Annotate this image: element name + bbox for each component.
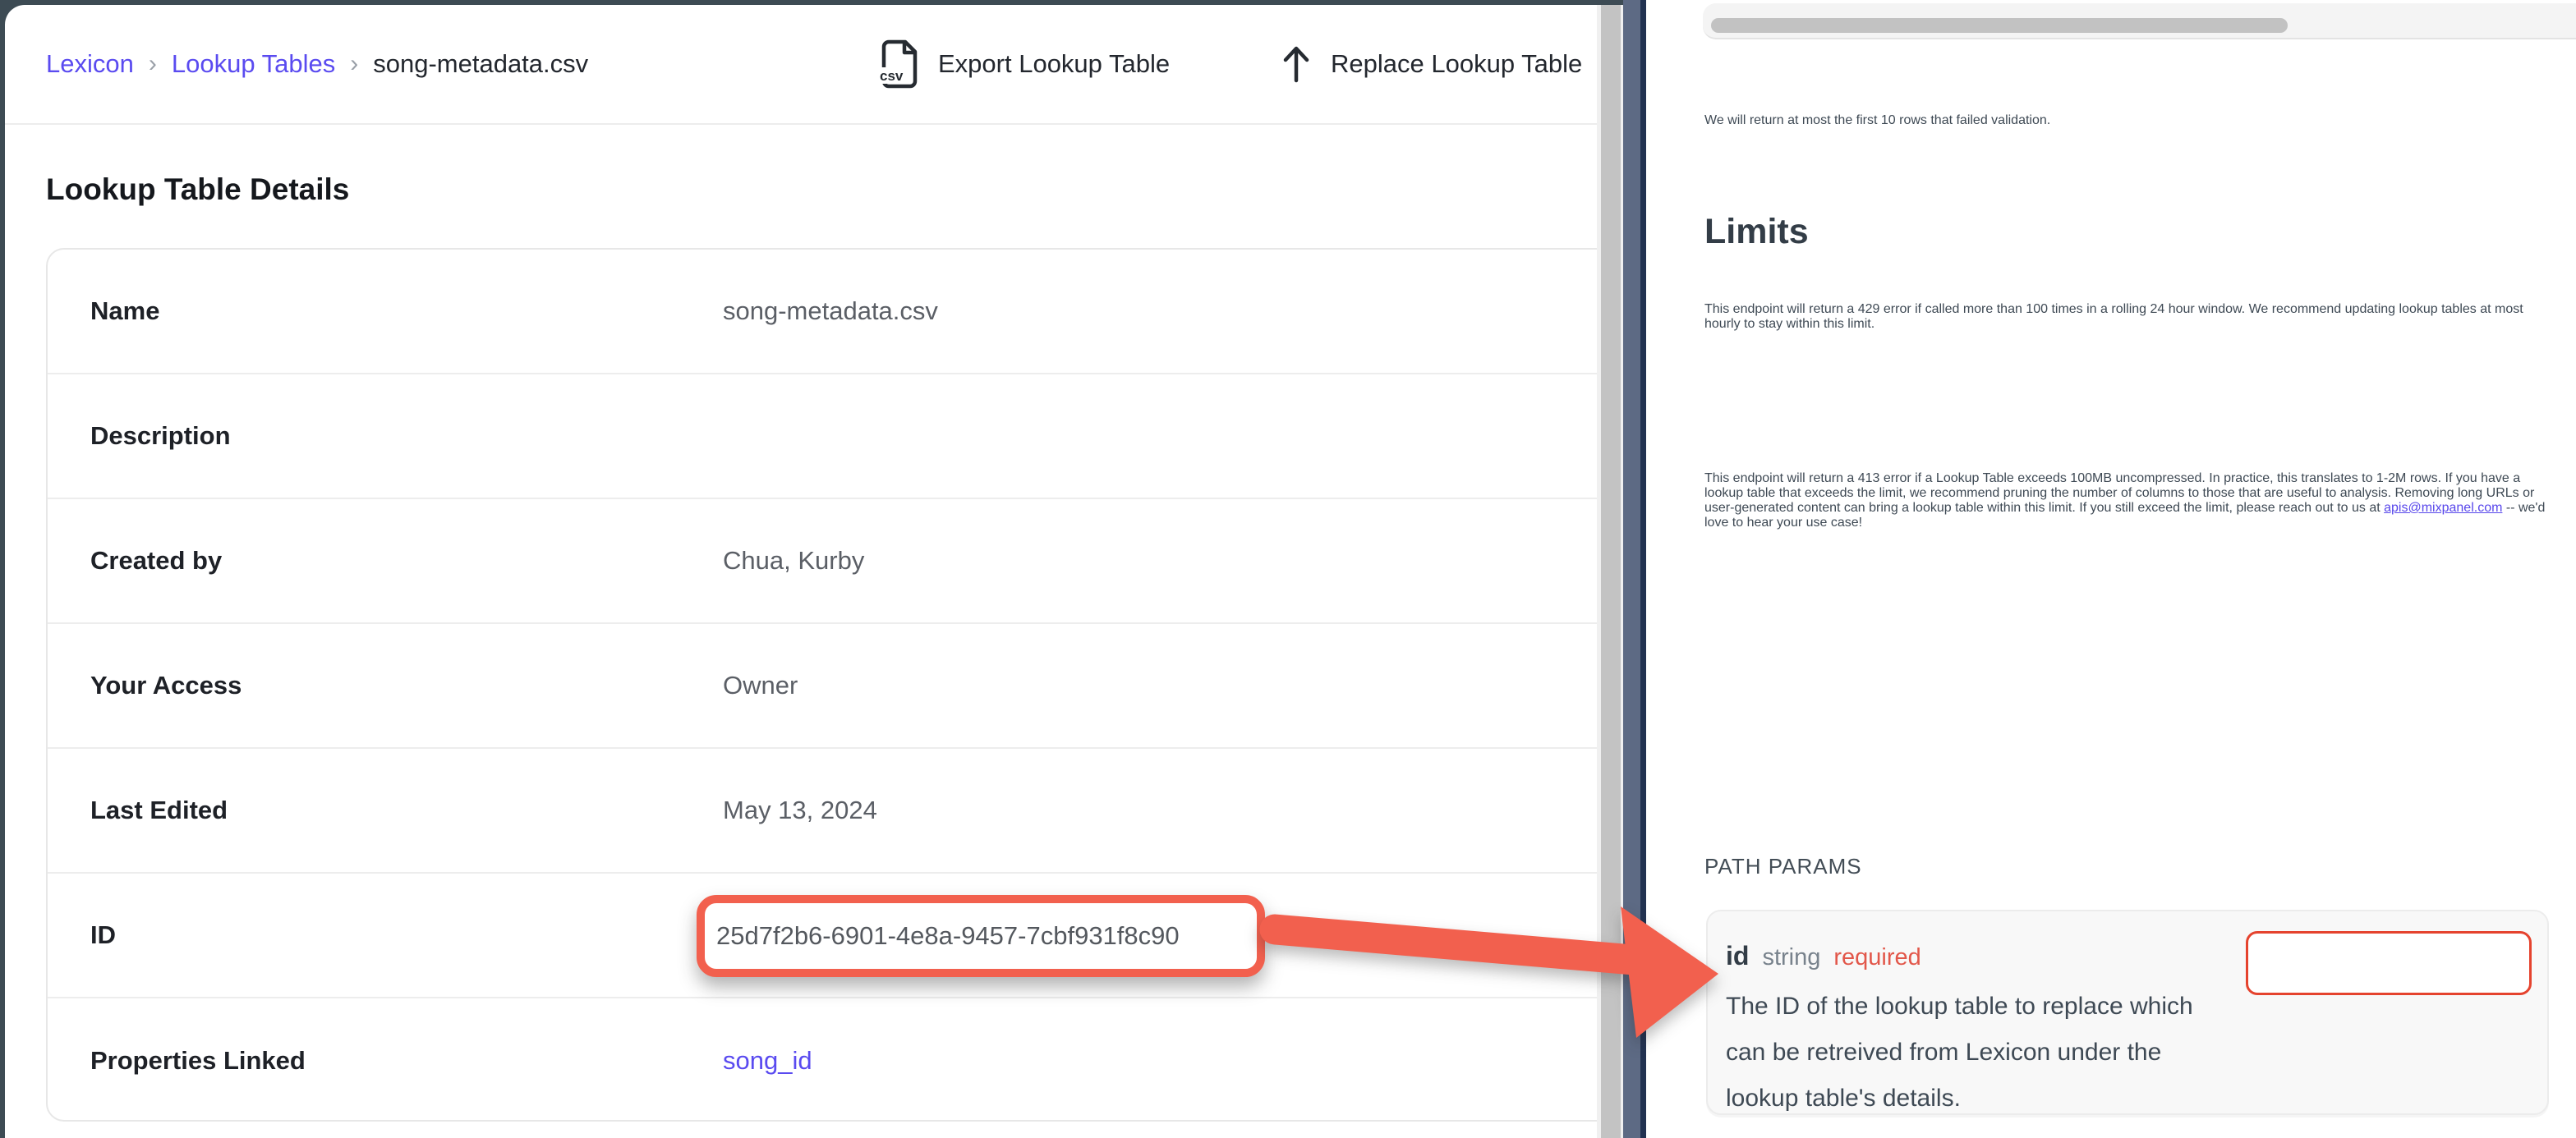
lookup-table-details-card: Name song-metadata.csv Description Creat… (46, 248, 1597, 1122)
breadcrumb-lexicon[interactable]: Lexicon (46, 49, 134, 79)
limits-heading: Limits (1704, 212, 1809, 252)
your-access-label: Your Access (90, 671, 242, 700)
replace-button-label: Replace Lookup Table (1331, 49, 1582, 79)
horizontal-scrollbar-track (1703, 3, 2576, 39)
breadcrumb: Lexicon › Lookup Tables › song-metadata.… (46, 5, 588, 123)
id-value[interactable]: 25d7f2b6-6901-4e8a-9457-7cbf931f8c90 (716, 921, 1180, 951)
csv-file-icon: csv (877, 38, 920, 90)
export-button-label: Export Lookup Table (938, 49, 1170, 79)
docs-413-paragraph: This endpoint will return a 413 error if… (1704, 471, 2555, 530)
breadcrumb-lookup-tables[interactable]: Lookup Tables (172, 49, 335, 79)
left-window-scrollbar-thumb[interactable] (1601, 5, 1621, 1138)
properties-linked-value-link[interactable]: song_id (723, 1046, 812, 1076)
lookup-table-details-window: Lexicon › Lookup Tables › song-metadata.… (5, 5, 1597, 1138)
id-label: ID (90, 920, 116, 950)
docs-intro-text: We will return at most the first 10 rows… (1704, 113, 2555, 128)
breadcrumb-separator: › (149, 50, 157, 78)
detail-row-properties-linked: Properties Linked song_id (48, 998, 1597, 1123)
upload-arrow-icon (1280, 44, 1313, 84)
param-description: The ID of the lookup table to replace wh… (1726, 984, 2219, 1122)
horizontal-scrollbar-thumb[interactable] (1711, 18, 2288, 33)
detail-row-created-by: Created by Chua, Kurby (48, 499, 1597, 624)
created-by-value: Chua, Kurby (723, 546, 864, 576)
window-divider-shadow (1640, 0, 1646, 1138)
last-edited-value: May 13, 2024 (723, 796, 877, 825)
detail-row-last-edited: Last Edited May 13, 2024 (48, 749, 1597, 874)
window-divider (1623, 0, 1640, 1138)
name-label: Name (90, 296, 159, 326)
id-highlight-annotation: 25d7f2b6-6901-4e8a-9457-7cbf931f8c90 (697, 895, 1265, 977)
api-docs-window: We will return at most the first 10 rows… (1646, 0, 2576, 1138)
app-header: Lexicon › Lookup Tables › song-metadata.… (5, 5, 1597, 125)
properties-linked-label: Properties Linked (90, 1046, 306, 1076)
path-params-box: id string required The ID of the lookup … (1706, 910, 2549, 1115)
detail-row-id: ID 25d7f2b6-6901-4e8a-9457-7cbf931f8c90 (48, 874, 1597, 998)
created-by-label: Created by (90, 546, 222, 576)
detail-row-description: Description (48, 374, 1597, 499)
param-required-badge: required (1833, 944, 1920, 971)
param-type: string (1762, 944, 1820, 971)
your-access-value: Owner (723, 671, 798, 700)
export-lookup-table-button[interactable]: csv Export Lookup Table (877, 5, 1170, 123)
breadcrumb-separator: › (350, 50, 358, 78)
apis-mixpanel-email-link[interactable]: apis@mixpanel.com (2384, 501, 2502, 515)
param-name: id (1726, 941, 1749, 971)
docs-429-paragraph: This endpoint will return a 429 error if… (1704, 302, 2555, 332)
param-header: id string required (1726, 941, 1921, 971)
page-title: Lookup Table Details (46, 172, 349, 207)
detail-row-name: Name song-metadata.csv (48, 250, 1597, 374)
last-edited-label: Last Edited (90, 796, 228, 825)
name-value: song-metadata.csv (723, 296, 938, 326)
id-param-input[interactable] (2246, 931, 2532, 995)
breadcrumb-current-file: song-metadata.csv (373, 49, 588, 79)
description-label: Description (90, 421, 231, 451)
replace-lookup-table-button[interactable]: Replace Lookup Table (1280, 5, 1582, 123)
detail-row-your-access: Your Access Owner (48, 624, 1597, 749)
path-params-heading: PATH PARAMS (1704, 854, 1862, 879)
svg-text:csv: csv (880, 68, 904, 84)
